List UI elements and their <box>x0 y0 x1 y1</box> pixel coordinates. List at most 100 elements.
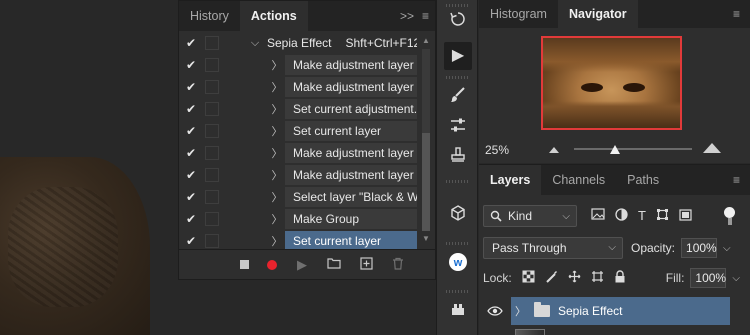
checkmark-icon[interactable]: ✔ <box>179 124 203 138</box>
document-canvas[interactable] <box>0 0 178 335</box>
pixel-filter-icon[interactable] <box>591 208 605 224</box>
dialog-toggle-box[interactable] <box>205 234 219 248</box>
3d-cube-icon[interactable] <box>444 204 472 232</box>
chevron-down-icon[interactable]: ⌵ <box>723 243 731 254</box>
play-icon[interactable]: ▶ <box>295 257 309 273</box>
panel-grip[interactable] <box>446 76 470 79</box>
zoom-value[interactable]: 25% <box>485 143 509 157</box>
tab-histogram[interactable]: Histogram <box>479 0 558 28</box>
checkmark-icon[interactable]: ✔ <box>179 58 203 72</box>
scroll-track[interactable] <box>422 49 430 231</box>
checkmark-icon[interactable]: ✔ <box>179 36 203 50</box>
checkmark-icon[interactable]: ✔ <box>179 212 203 226</box>
zoom-out-icon[interactable] <box>549 147 559 153</box>
tab-history[interactable]: History <box>179 1 240 31</box>
action-step-row[interactable]: ✔ 〉 Make adjustment layer <box>179 76 419 98</box>
chevron-down-icon[interactable]: ⌵ <box>247 37 263 50</box>
panel-grip[interactable] <box>446 290 470 293</box>
chevron-right-icon[interactable]: 〉 <box>269 57 285 73</box>
record-icon[interactable] <box>267 259 277 270</box>
lock-transparent-pixels-icon[interactable] <box>522 270 535 286</box>
lock-position-icon[interactable] <box>568 270 581 286</box>
dialog-toggle-box[interactable] <box>205 168 219 182</box>
adjustments-sliders-icon[interactable] <box>444 116 472 144</box>
lock-artboard-icon[interactable] <box>591 270 604 286</box>
checkmark-icon[interactable]: ✔ <box>179 168 203 182</box>
chevron-right-icon[interactable]: 〉 <box>269 123 285 139</box>
stamp-icon[interactable] <box>444 146 472 174</box>
dialog-toggle-box[interactable] <box>205 102 219 116</box>
adjustment-filter-icon[interactable] <box>615 208 628 224</box>
action-step-row[interactable]: ✔ 〉 Make Group <box>179 208 419 230</box>
action-step-row[interactable]: ✔ 〉 Set current layer <box>179 120 419 142</box>
action-step-row[interactable]: ✔ 〉 Make adjustment layer <box>179 164 419 186</box>
panel-menu-icon[interactable]: ≡ <box>733 165 740 195</box>
scroll-down-icon[interactable]: ▼ <box>421 235 431 243</box>
chevron-right-icon[interactable]: 〉 <box>269 145 285 161</box>
action-step-row[interactable]: ✔ 〉 Set current adjustment... <box>179 98 419 120</box>
dialog-toggle-box[interactable] <box>205 36 219 50</box>
action-step-row[interactable]: ✔ 〉 Select layer "Black & W... <box>179 186 419 208</box>
action-set-row[interactable]: ✔ ⌵ Sepia Effect Shft+Ctrl+F12 <box>179 32 419 54</box>
checkmark-icon[interactable]: ✔ <box>179 234 203 248</box>
tab-channels[interactable]: Channels <box>541 165 616 195</box>
zoom-slider-thumb[interactable] <box>610 145 621 154</box>
dialog-toggle-box[interactable] <box>205 58 219 72</box>
lock-all-icon[interactable] <box>614 270 626 286</box>
tab-actions[interactable]: Actions <box>239 1 308 31</box>
opacity-input[interactable]: 100% <box>681 238 718 258</box>
panel-menu-icon[interactable]: ≡ <box>733 0 740 28</box>
panel-grip[interactable] <box>446 242 470 245</box>
actions-play-icon[interactable]: ▶ <box>444 42 472 70</box>
checkmark-icon[interactable]: ✔ <box>179 190 203 204</box>
checkmark-icon[interactable]: ✔ <box>179 80 203 94</box>
checkmark-icon[interactable]: ✔ <box>179 102 203 116</box>
lock-image-pixels-icon[interactable] <box>545 270 558 286</box>
chevron-right-icon[interactable]: 〉 <box>269 79 285 95</box>
plugin-w-icon[interactable]: w <box>444 252 472 280</box>
stop-icon[interactable] <box>240 260 249 269</box>
filter-toggle[interactable] <box>724 207 736 225</box>
fill-input[interactable]: 100% <box>690 268 727 288</box>
chevron-right-icon[interactable]: 〉 <box>269 211 285 227</box>
history-brush-icon[interactable] <box>444 10 472 38</box>
shape-filter-icon[interactable] <box>656 208 669 224</box>
brush-settings-icon[interactable] <box>444 86 472 114</box>
dialog-toggle-box[interactable] <box>205 124 219 138</box>
libraries-icon[interactable] <box>444 300 472 328</box>
dialog-toggle-box[interactable] <box>205 146 219 160</box>
chevron-right-icon[interactable]: 〉 <box>269 189 285 205</box>
panel-grip[interactable] <box>446 180 470 183</box>
checkmark-icon[interactable]: ✔ <box>179 146 203 160</box>
chevron-down-icon[interactable]: ⌵ <box>732 273 740 284</box>
layer-row-partial[interactable] <box>479 327 750 335</box>
blend-mode-select[interactable]: Pass Through ⌵ <box>483 237 623 259</box>
scroll-thumb[interactable] <box>422 133 430 231</box>
chevron-right-icon[interactable]: 〉 <box>269 233 285 249</box>
tab-layers[interactable]: Layers <box>479 165 542 195</box>
zoom-slider[interactable] <box>574 148 692 150</box>
chevron-right-icon[interactable]: 〉 <box>269 167 285 183</box>
zoom-in-icon[interactable] <box>703 143 721 153</box>
type-filter-icon[interactable]: T <box>638 208 646 224</box>
navigator-preview[interactable] <box>541 36 682 130</box>
folder-icon[interactable] <box>327 257 341 272</box>
chevron-right-icon[interactable]: 〉 <box>269 101 285 117</box>
filter-kind-select[interactable]: Kind ⌵ <box>483 205 577 227</box>
chevron-right-icon[interactable]: 〉 <box>515 303 526 319</box>
tab-paths[interactable]: Paths <box>616 165 670 195</box>
panel-grip[interactable] <box>446 4 470 7</box>
action-step-row[interactable]: ✔ 〉 Make adjustment layer <box>179 54 419 76</box>
expand-panels-icon[interactable]: >> <box>400 1 414 31</box>
trash-icon[interactable] <box>391 257 405 273</box>
layer-row-group[interactable]: 〉 Sepia Effect <box>479 297 750 325</box>
actions-scrollbar[interactable]: ▲ ▼ <box>421 37 431 244</box>
eye-visibility-icon[interactable] <box>479 304 511 319</box>
tab-navigator[interactable]: Navigator <box>557 0 638 28</box>
action-step-row[interactable]: ✔ 〉 Make adjustment layer <box>179 142 419 164</box>
new-action-icon[interactable] <box>359 256 373 273</box>
dialog-toggle-box[interactable] <box>205 190 219 204</box>
smart-object-filter-icon[interactable] <box>679 208 692 224</box>
dialog-toggle-box[interactable] <box>205 80 219 94</box>
layer-item-selected[interactable]: 〉 Sepia Effect <box>511 297 730 325</box>
